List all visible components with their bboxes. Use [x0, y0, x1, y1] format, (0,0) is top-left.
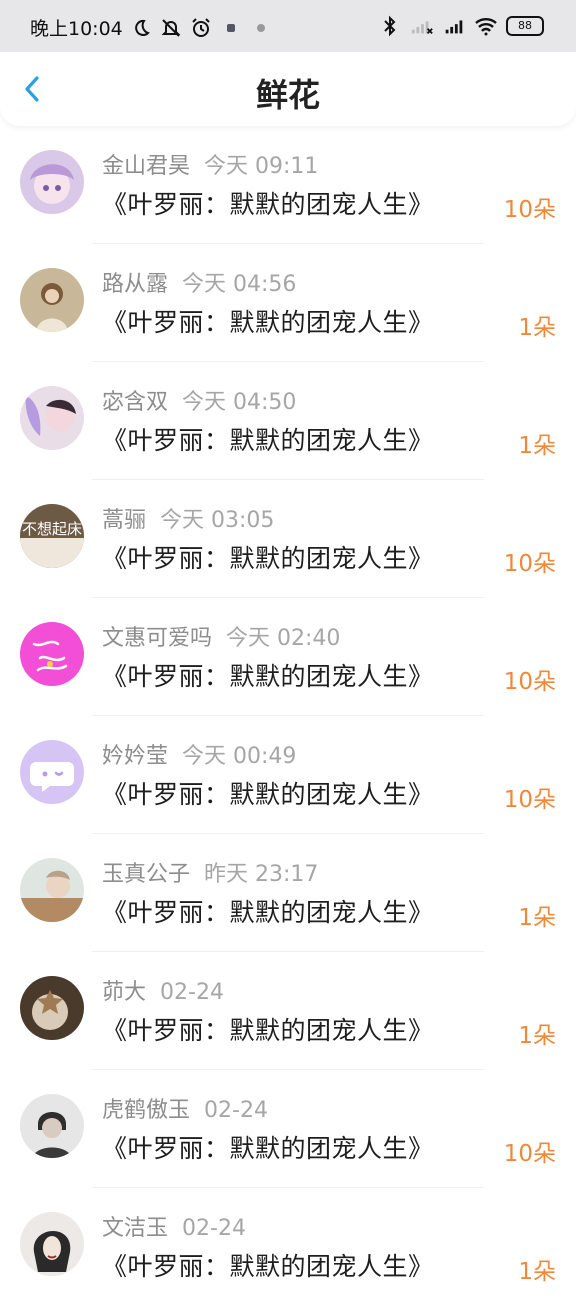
- send-time: 今天 00:49: [182, 744, 297, 769]
- sender-line: 金山君昊 今天 09:11: [102, 148, 318, 180]
- sender-name: 茆大: [102, 980, 147, 1005]
- alarm-icon: [189, 16, 213, 40]
- list-item[interactable]: 茆大 02-24 《叶罗丽：默默的团宠人生》 1朵: [0, 952, 576, 1070]
- sender-line: 宓含双 今天 04:50: [102, 384, 296, 416]
- avatar[interactable]: [20, 622, 84, 686]
- avatar-text-top: 不想起床: [22, 520, 82, 538]
- avatar[interactable]: 不想起床: [20, 504, 84, 568]
- send-time: 昨天 23:17: [204, 862, 319, 887]
- avatar[interactable]: [20, 858, 84, 922]
- battery-indicator: 88: [506, 16, 544, 36]
- sender-name: 金山君昊: [102, 154, 191, 179]
- mute-bell-icon: [159, 16, 183, 40]
- sender-line: 妗妗莹 今天 00:49: [102, 738, 296, 770]
- flower-count: 10朵: [503, 197, 556, 223]
- status-time: 晚上10:04: [30, 18, 123, 40]
- flower-count: 10朵: [503, 551, 556, 577]
- send-time: 02-24: [204, 1098, 268, 1123]
- status-left: 晚上10:04: [30, 14, 273, 41]
- sender-name: 文惠可爱吗: [102, 626, 213, 651]
- sender-name: 文洁玉: [102, 1216, 169, 1241]
- sender-name: 玉真公子: [102, 862, 191, 887]
- avatar[interactable]: [20, 150, 84, 214]
- send-time: 今天 04:56: [182, 272, 297, 297]
- book-title[interactable]: 《叶罗丽：默默的团宠人生》: [102, 185, 434, 221]
- flower-count: 10朵: [503, 669, 556, 695]
- send-time: 今天 04:50: [182, 390, 297, 415]
- list-item[interactable]: 不想起床 蒿骊 今天 03:05 《叶罗丽：默默的团宠人生》 10朵: [0, 480, 576, 598]
- list-item[interactable]: 金山君昊 今天 09:11 《叶罗丽：默默的团宠人生》 10朵: [0, 126, 576, 244]
- sender-name: 路从露: [102, 272, 169, 297]
- list-item[interactable]: 文惠可爱吗 今天 02:40 《叶罗丽：默默的团宠人生》 10朵: [0, 598, 576, 716]
- flower-count: 10朵: [503, 787, 556, 813]
- sender-line: 文惠可爱吗 今天 02:40: [102, 620, 340, 652]
- app-notification-icon-2: [249, 16, 273, 40]
- list-item[interactable]: 宓含双 今天 04:50 《叶罗丽：默默的团宠人生》 1朵: [0, 362, 576, 480]
- send-time: 今天 03:05: [160, 508, 275, 533]
- flower-record-list: 金山君昊 今天 09:11 《叶罗丽：默默的团宠人生》 10朵 路从露 今天 04:…: [0, 126, 576, 1306]
- status-right: 88: [378, 14, 544, 38]
- sender-line: 路从露 今天 04:56: [102, 266, 296, 298]
- list-item[interactable]: 妗妗莹 今天 00:49 《叶罗丽：默默的团宠人生》 10朵: [0, 716, 576, 834]
- sender-name: 蒿骊: [102, 508, 147, 533]
- send-time: 02-24: [182, 1216, 246, 1241]
- book-title[interactable]: 《叶罗丽：默默的团宠人生》: [102, 421, 434, 457]
- signal-icon-hd: [442, 14, 466, 38]
- signal-icon-sim1: [410, 14, 434, 38]
- list-item[interactable]: 玉真公子 昨天 23:17 《叶罗丽：默默的团宠人生》 1朵: [0, 834, 576, 952]
- avatar[interactable]: [20, 740, 84, 804]
- book-title[interactable]: 《叶罗丽：默默的团宠人生》: [102, 303, 434, 339]
- send-time: 今天 02:40: [226, 626, 341, 651]
- sender-line: 文洁玉 02-24: [102, 1210, 246, 1242]
- send-time: 02-24: [160, 980, 224, 1005]
- list-item[interactable]: 路从露 今天 04:56 《叶罗丽：默默的团宠人生》 1朵: [0, 244, 576, 362]
- avatar[interactable]: [20, 268, 84, 332]
- flower-count: 1朵: [518, 433, 556, 459]
- sender-name: 妗妗莹: [102, 744, 169, 769]
- avatar[interactable]: [20, 976, 84, 1040]
- page-title: 鲜花: [255, 76, 320, 114]
- avatar[interactable]: [20, 1094, 84, 1158]
- sender-name: 宓含双: [102, 390, 169, 415]
- book-title[interactable]: 《叶罗丽：默默的团宠人生》: [102, 775, 434, 811]
- avatar[interactable]: [20, 386, 84, 450]
- sender-line: 蒿骊 今天 03:05: [102, 502, 274, 534]
- list-item[interactable]: 文洁玉 02-24 《叶罗丽：默默的团宠人生》 1朵: [0, 1188, 576, 1306]
- book-title[interactable]: 《叶罗丽：默默的团宠人生》: [102, 539, 434, 575]
- bluetooth-icon: [378, 14, 402, 38]
- wifi-icon: [474, 14, 498, 38]
- flower-count: 1朵: [518, 315, 556, 341]
- avatar[interactable]: [20, 1212, 84, 1276]
- sender-line: 玉真公子 昨天 23:17: [102, 856, 318, 888]
- flower-count: 1朵: [518, 905, 556, 931]
- sender-line: 茆大 02-24: [102, 974, 224, 1006]
- list-item[interactable]: 虎鹤傲玉 02-24 《叶罗丽：默默的团宠人生》 10朵: [0, 1070, 576, 1188]
- book-title[interactable]: 《叶罗丽：默默的团宠人生》: [102, 1129, 434, 1165]
- book-title[interactable]: 《叶罗丽：默默的团宠人生》: [102, 1011, 434, 1047]
- send-time: 今天 09:11: [204, 154, 319, 179]
- sender-name: 虎鹤傲玉: [102, 1098, 191, 1123]
- book-title[interactable]: 《叶罗丽：默默的团宠人生》: [102, 1247, 434, 1283]
- flower-count: 1朵: [518, 1023, 556, 1049]
- book-title[interactable]: 《叶罗丽：默默的团宠人生》: [102, 893, 434, 929]
- sender-line: 虎鹤傲玉 02-24: [102, 1092, 268, 1124]
- book-title[interactable]: 《叶罗丽：默默的团宠人生》: [102, 657, 434, 693]
- moon-icon: [129, 16, 153, 40]
- status-bar: 晚上10:04 88: [0, 0, 576, 52]
- header-bar: 鲜花: [0, 52, 576, 126]
- app-notification-icon: [219, 16, 243, 40]
- flower-count: 1朵: [518, 1259, 556, 1285]
- flower-count: 10朵: [503, 1141, 556, 1167]
